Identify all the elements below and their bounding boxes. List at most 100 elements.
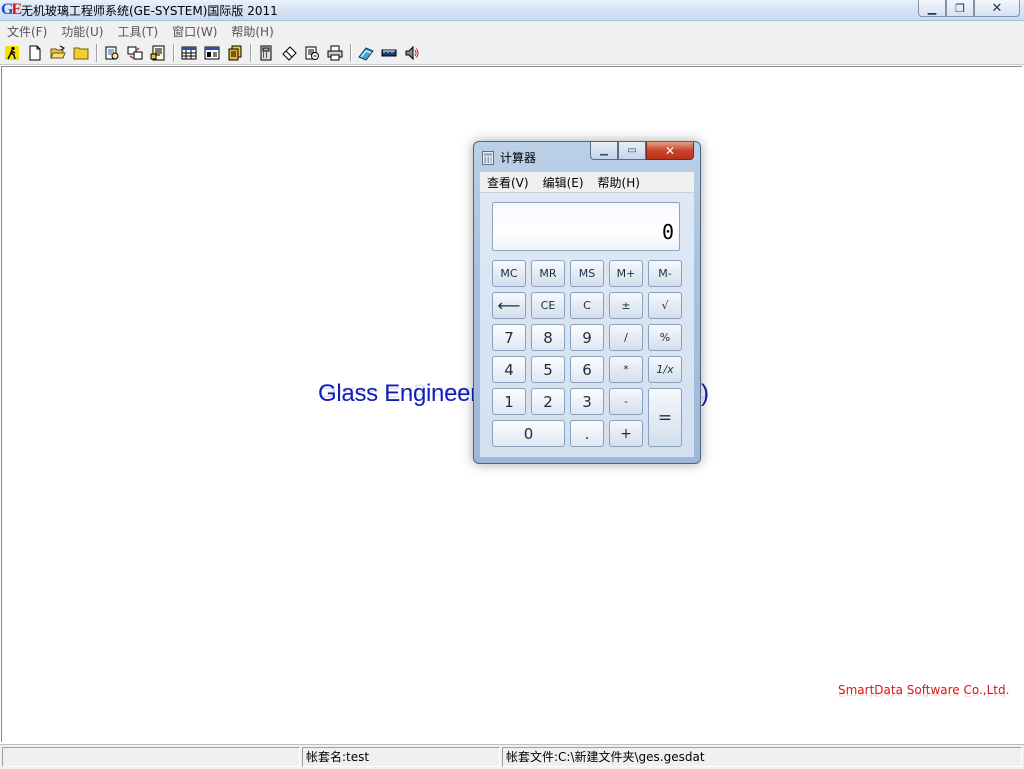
calculator-title: 计算器 [500,151,537,165]
transfer-icon [127,46,143,59]
print-icon [327,45,343,60]
key-7[interactable]: 7 [492,324,526,351]
query-button[interactable] [102,43,122,63]
key-4[interactable]: 4 [492,356,526,383]
print-button[interactable] [325,43,345,63]
stack-button[interactable] [225,43,245,63]
speaker-button[interactable] [402,43,422,63]
new-file-button[interactable] [25,43,45,63]
calculator-menu-edit[interactable]: 编辑(E) [536,174,591,191]
menu-tools[interactable]: 工具(T) [110,23,165,40]
key-ce[interactable]: CE [531,292,565,319]
key-plus[interactable]: + [609,420,643,447]
close-button[interactable]: ✕ [974,0,1020,17]
table-button[interactable] [179,43,199,63]
report-icon [150,45,165,60]
run-icon [5,45,19,60]
speaker-icon [405,45,419,60]
restore-button[interactable]: ❐ [946,0,974,17]
stack-icon [228,45,242,60]
splash-title-reflection: Glass Engineer) [318,383,709,400]
calculator-minimize-button[interactable]: ▁ [590,142,618,160]
key-8[interactable]: 8 [531,324,565,351]
key-mr[interactable]: MR [531,260,565,287]
key-0[interactable]: 0 [492,420,565,447]
ruler-button[interactable] [379,43,399,63]
run-button[interactable] [2,43,22,63]
main-title-bar[interactable]: GE 无机玻璃工程师系统(GE-SYSTEM)国际版 2011 ▁ ❐ ✕ [0,0,1024,21]
toolbar-separator [96,43,98,62]
key-multiply[interactable]: * [609,356,643,383]
status-bar: 帐套名:test 帐套文件:C:\新建文件夹\ges.gesdat [0,744,1024,769]
open-folder-icon [50,45,66,58]
close-icon: ✕ [664,143,676,158]
table-icon [181,46,197,59]
scan-icon [305,46,319,60]
calculator-icon [482,150,494,165]
folder-button[interactable] [71,43,91,63]
splash-reflection-suffix: ) [701,383,709,400]
calculator-icon [260,45,272,60]
company-name-reflection: SmartData Software Co.,Ltd. [838,691,1010,698]
toolbar-separator [250,43,252,62]
key-backspace[interactable]: ⟵ [492,292,526,319]
calculator-menu-help[interactable]: 帮助(H) [591,174,647,191]
calculator-menu-view[interactable]: 查看(V) [480,174,536,191]
key-reciprocal[interactable]: 1/x [648,356,682,383]
folder-icon [73,47,89,59]
calculator-title-bar[interactable]: 计算器 [482,149,536,166]
key-decimal[interactable]: . [570,420,604,447]
key-minus[interactable]: - [609,388,643,415]
toolbar-separator [173,43,175,62]
key-m-plus[interactable]: M+ [609,260,643,287]
key-mc[interactable]: MC [492,260,526,287]
new-file-icon [29,45,41,60]
key-percent[interactable]: % [648,324,682,351]
calculator-button[interactable] [256,43,276,63]
maximize-icon: ▭ [627,145,637,156]
menu-window[interactable]: 窗口(W) [165,23,224,40]
menu-help[interactable]: 帮助(H) [224,23,280,40]
menu-bar: 文件(F) 功能(U) 工具(T) 窗口(W) 帮助(H) [0,21,1024,41]
restore-icon: ❐ [955,1,965,15]
book-button[interactable] [356,43,376,63]
calculator-close-button[interactable]: ✕ [646,142,694,160]
calculator-menu-bar: 查看(V) 编辑(E) 帮助(H) [480,172,694,193]
app-logo: GE [1,1,22,18]
grid-icon [204,46,220,59]
key-m-minus[interactable]: M- [648,260,682,287]
minimize-button[interactable]: ▁ [918,0,946,17]
open-folder-button[interactable] [48,43,68,63]
key-9[interactable]: 9 [570,324,604,351]
key-1[interactable]: 1 [492,388,526,415]
minimize-icon: ▁ [600,145,608,156]
calculator-window[interactable]: 计算器 ▁ ▭ ✕ 查看(V) 编辑(E) 帮助(H) 0 MC MR MS M… [473,141,701,464]
menu-file[interactable]: 文件(F) [0,23,54,40]
key-divide[interactable]: / [609,324,643,351]
key-6[interactable]: 6 [570,356,604,383]
book-icon [358,46,374,61]
key-3[interactable]: 3 [570,388,604,415]
key-plus-minus[interactable]: ± [609,292,643,319]
key-equals[interactable]: = [648,388,682,447]
key-2[interactable]: 2 [531,388,565,415]
calculator-display: 0 [492,202,680,251]
calculator-maximize-button[interactable]: ▭ [618,142,646,160]
calculator-window-controls: ▁ ▭ ✕ [590,142,694,160]
calculator-body: 0 MC MR MS M+ M- ⟵ CE C ± √ 7 8 9 / % 4 … [480,193,694,457]
key-sqrt[interactable]: √ [648,292,682,319]
grid-button[interactable] [202,43,222,63]
eraser-button[interactable] [279,43,299,63]
toolbar [0,41,1024,65]
toolbar-separator [350,43,352,62]
key-c[interactable]: C [570,292,604,319]
eraser-icon [282,45,297,61]
menu-function[interactable]: 功能(U) [54,23,110,40]
key-ms[interactable]: MS [570,260,604,287]
report-button[interactable] [148,43,168,63]
key-5[interactable]: 5 [531,356,565,383]
transfer-button[interactable] [125,43,145,63]
scan-button[interactable] [302,43,322,63]
splash-reflection-text: Glass Engineer [318,383,478,400]
window-controls: ▁ ❐ ✕ [918,0,1020,17]
